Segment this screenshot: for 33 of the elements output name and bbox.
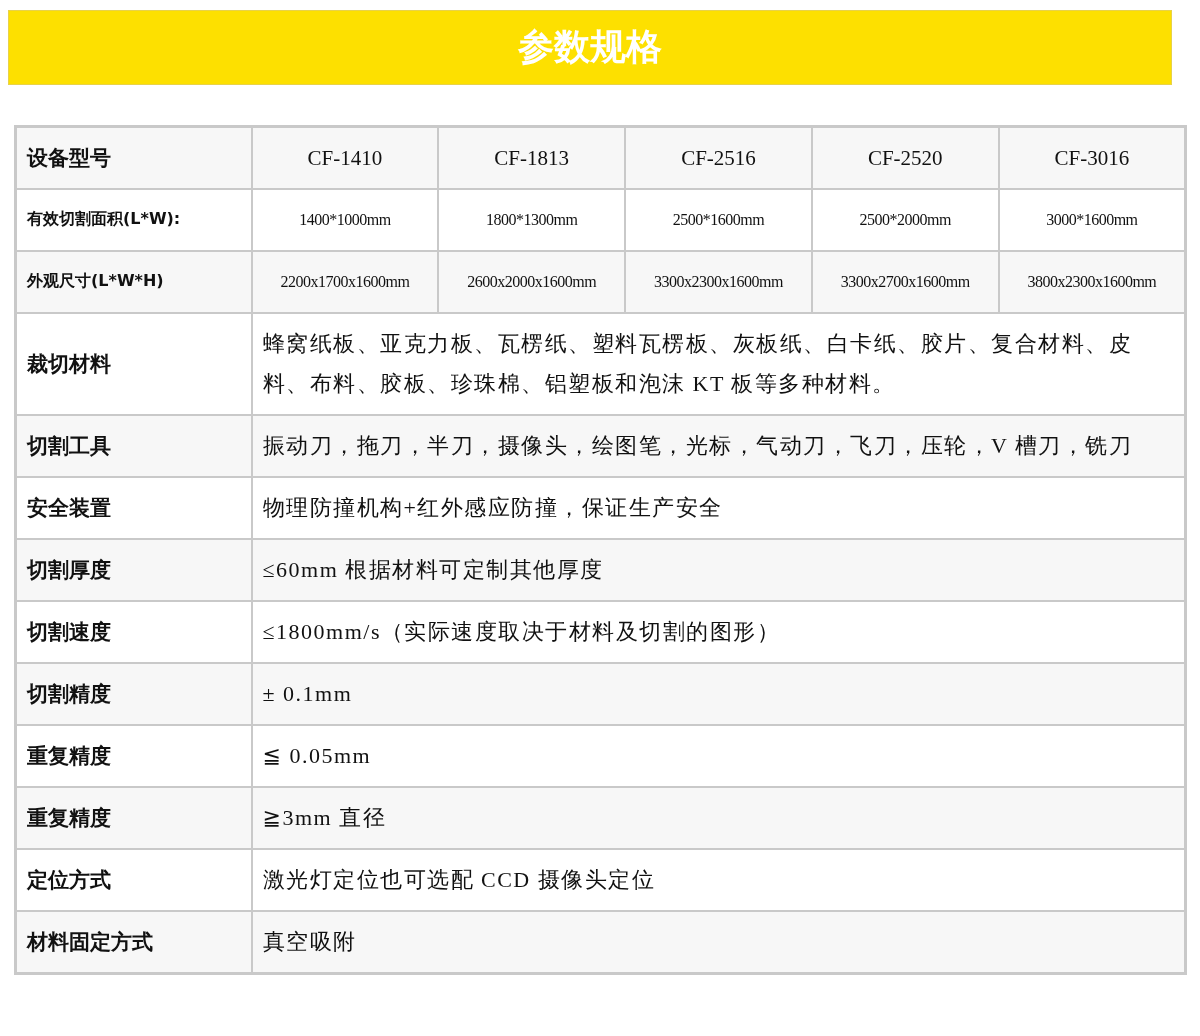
row-label: 切割速度 — [15, 600, 252, 663]
spec-value: 3300x2300x1600mm — [625, 250, 812, 313]
spec-value: 2500*1600mm — [625, 188, 812, 251]
model-name: CF-2520 — [811, 126, 999, 189]
row-label: 有效切割面积(L*W): — [15, 188, 252, 251]
model-name: CF-1813 — [438, 126, 626, 189]
row-label: 安全装置 — [15, 476, 252, 539]
row-label: 切割精度 — [15, 662, 252, 725]
row-label: 定位方式 — [15, 848, 252, 911]
spec-value: 3300x2700x1600mm — [811, 250, 999, 313]
model-name: CF-3016 — [998, 126, 1186, 189]
spec-value: ≤60mm 根据材料可定制其他厚度 — [251, 538, 1186, 601]
spec-value: 2200x1700x1600mm — [251, 250, 439, 313]
row-label: 切割工具 — [15, 414, 252, 477]
spec-value: 2500*2000mm — [811, 188, 999, 251]
spec-value: 真空吸附 — [251, 910, 1186, 973]
spec-value: 振动刀，拖刀，半刀，摄像头，绘图笔，光标，气动刀，飞刀，压轮，V 槽刀，铣刀 — [251, 414, 1186, 477]
row-label: 外观尺寸(L*W*H) — [15, 250, 252, 313]
spec-value: 1800*1300mm — [438, 188, 626, 251]
spec-value: 3800x2300x1600mm — [998, 250, 1186, 313]
spec-value: 1400*1000mm — [251, 188, 439, 251]
spec-value: ≧3mm 直径 — [251, 786, 1186, 849]
row-label: 重复精度 — [15, 724, 252, 787]
row-label: 材料固定方式 — [15, 910, 252, 973]
row-label: 切割厚度 — [15, 538, 252, 601]
model-name: CF-1410 — [251, 126, 439, 189]
row-label: 裁切材料 — [15, 312, 252, 415]
model-name: CF-2516 — [625, 126, 812, 189]
row-label: 重复精度 — [15, 786, 252, 849]
spec-value: 2600x2000x1600mm — [438, 250, 626, 313]
row-label: 设备型号 — [15, 126, 252, 189]
spec-value: ± 0.1mm — [251, 662, 1186, 725]
page-title: 参数规格 — [518, 25, 662, 69]
